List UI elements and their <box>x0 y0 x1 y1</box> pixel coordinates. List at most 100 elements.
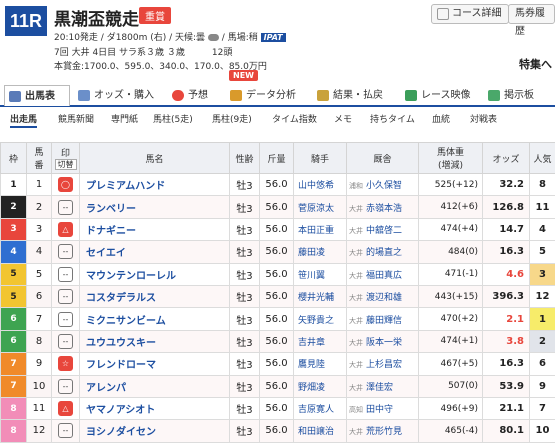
trainer-link[interactable]: 藤田輝信 <box>366 316 402 326</box>
jockey-link[interactable]: 櫻井光輔 <box>293 284 347 309</box>
mark-cell[interactable]: -- <box>51 284 80 309</box>
subtab-memo[interactable]: メモ <box>334 112 352 125</box>
mark-toggle-button[interactable]: 切替 <box>54 159 77 170</box>
jockey-link[interactable]: 和田譲治 <box>293 419 347 443</box>
horse-name-link[interactable]: ランベリー <box>79 195 230 219</box>
mark-cell[interactable]: △ <box>51 396 80 421</box>
ticket-history-label: 馬券履歴 <box>515 8 545 37</box>
tab-board[interactable]: 掲示板 <box>484 85 554 106</box>
jockey-link[interactable]: 吉原寛人 <box>293 396 347 421</box>
weight-cell: 443(+15) <box>418 284 483 309</box>
prediction-mark[interactable]: -- <box>58 378 73 394</box>
subtab-matchup[interactable]: 対戦表 <box>470 112 497 125</box>
tab-odds[interactable]: オッズ・購入 <box>74 85 166 106</box>
prediction-mark[interactable]: -- <box>58 266 73 282</box>
odds-cell[interactable]: 16.3 <box>482 240 530 264</box>
horse-name-link[interactable]: マウンテンローレル <box>79 262 230 286</box>
odds-cell[interactable]: 3.8 <box>482 329 530 354</box>
odds-cell[interactable]: 21.1 <box>482 396 530 421</box>
odds-cell[interactable]: 4.6 <box>482 262 530 286</box>
subtab-past5[interactable]: 馬柱(5走) <box>153 112 193 125</box>
odds-cell[interactable]: 53.9 <box>482 374 530 398</box>
jockey-link[interactable]: 吉井章 <box>293 329 347 354</box>
horse-name-link[interactable]: コスタデラルス <box>79 284 230 309</box>
prediction-mark[interactable]: ◯ <box>58 177 73 193</box>
trainer-link[interactable]: 小久保智 <box>366 181 402 191</box>
horse-name-link[interactable]: アレンパ <box>79 374 230 398</box>
mark-cell[interactable]: ☆ <box>51 352 80 376</box>
jockey-link[interactable]: 矢野貴之 <box>293 307 347 331</box>
horse-name-link[interactable]: プレミアムハンド <box>79 172 230 197</box>
video-icon <box>405 90 417 101</box>
subtab-specialist[interactable]: 専門紙 <box>111 112 138 125</box>
subtab-best-time[interactable]: 持ちタイム <box>370 112 415 125</box>
trainer-link[interactable]: 阪本一栄 <box>366 338 402 348</box>
tab-prediction[interactable]: 予想 <box>168 85 218 106</box>
mark-cell[interactable]: -- <box>51 240 80 264</box>
jockey-link[interactable]: 菅原涼太 <box>293 195 347 219</box>
prediction-mark[interactable]: -- <box>58 199 73 215</box>
jockey-link[interactable]: 笹川翼 <box>293 262 347 286</box>
tab-results[interactable]: 結果・払戻 <box>313 85 399 106</box>
trainer-link[interactable]: 澤佳宏 <box>366 383 393 393</box>
trainer-link[interactable]: 福田真広 <box>366 271 402 281</box>
jockey-link[interactable]: 藤田凌 <box>293 240 347 264</box>
prediction-mark[interactable]: △ <box>58 221 73 237</box>
prediction-mark[interactable]: △ <box>58 401 73 417</box>
special-feature-link[interactable]: 特集へ <box>519 56 552 72</box>
mark-cell[interactable]: △ <box>51 217 80 242</box>
odds-cell[interactable]: 14.7 <box>482 217 530 242</box>
jockey-link[interactable]: 鷹見陸 <box>293 352 347 376</box>
mark-cell[interactable]: -- <box>51 374 80 398</box>
trainer-link[interactable]: 中舘啓二 <box>366 226 402 236</box>
trainer-link[interactable]: 渡辺和雄 <box>366 293 402 303</box>
horse-row: 3 3 △ ドナギニー 牡3 56.0 本田正重 大井 中舘啓二 474(+4) 14.7 4 <box>0 217 555 242</box>
horse-name-link[interactable]: ユウユウスキー <box>79 329 230 354</box>
horse-name-link[interactable]: ヤマノアシオト <box>79 396 230 421</box>
mark-cell[interactable]: -- <box>51 329 80 354</box>
odds-cell[interactable]: 80.1 <box>482 419 530 443</box>
jockey-link[interactable]: 本田正重 <box>293 217 347 242</box>
prediction-mark[interactable]: -- <box>58 244 73 260</box>
race-title: 黒潮盃競走 <box>54 10 139 30</box>
prediction-mark[interactable]: -- <box>58 333 73 349</box>
subtab-entries[interactable]: 出走馬 <box>10 112 38 128</box>
subtab-past9[interactable]: 馬柱(9走) <box>212 112 252 125</box>
horse-name-link[interactable]: ミクニサンビーム <box>79 307 230 331</box>
prediction-mark[interactable]: -- <box>58 289 73 305</box>
course-detail-button[interactable]: コース詳細 <box>431 4 509 24</box>
trainer-link[interactable]: 赤嶺本浩 <box>366 204 402 214</box>
ipat-logo[interactable]: IPAT <box>260 33 286 42</box>
horse-name-link[interactable]: フレンドローマ <box>79 352 230 376</box>
mark-cell[interactable]: -- <box>51 419 80 443</box>
tab-data-analysis[interactable]: データ分析 <box>226 85 308 106</box>
horse-name-link[interactable]: ドナギニー <box>79 217 230 242</box>
trainer-link[interactable]: 荒形竹見 <box>366 427 402 437</box>
subtab-time-index[interactable]: タイム指数 <box>272 112 317 125</box>
tab-entries[interactable]: 出馬表 <box>4 85 70 106</box>
col-mark: 印切替 <box>51 142 80 174</box>
odds-cell[interactable]: 126.8 <box>482 195 530 219</box>
mark-cell[interactable]: -- <box>51 195 80 219</box>
prediction-mark[interactable]: -- <box>58 311 73 327</box>
jockey-link[interactable]: 野畑凌 <box>293 374 347 398</box>
trainer-link[interactable]: 的場直之 <box>366 248 402 258</box>
jockey-link[interactable]: 山中悠希 <box>293 172 347 197</box>
odds-cell[interactable]: 396.3 <box>482 284 530 309</box>
odds-cell[interactable]: 32.2 <box>482 172 530 197</box>
prediction-mark[interactable]: ☆ <box>58 356 73 372</box>
subtab-newspaper[interactable]: 競馬新聞 <box>58 112 94 125</box>
horse-name-link[interactable]: ヨシノダイセン <box>79 419 230 443</box>
odds-cell[interactable]: 16.3 <box>482 352 530 376</box>
trainer-link[interactable]: 上杉昌宏 <box>366 360 402 370</box>
mark-cell[interactable]: -- <box>51 262 80 286</box>
odds-cell[interactable]: 2.1 <box>482 307 530 331</box>
ticket-history-button[interactable]: 馬券履歴 <box>508 4 555 37</box>
mark-cell[interactable]: ◯ <box>51 172 80 197</box>
prediction-mark[interactable]: -- <box>58 423 73 439</box>
trainer-link[interactable]: 田中守 <box>366 405 393 415</box>
subtab-pedigree[interactable]: 血統 <box>432 112 450 125</box>
horse-name-link[interactable]: セイエイ <box>79 240 230 264</box>
tab-race-video[interactable]: レース映像 <box>401 85 481 106</box>
mark-cell[interactable]: -- <box>51 307 80 331</box>
